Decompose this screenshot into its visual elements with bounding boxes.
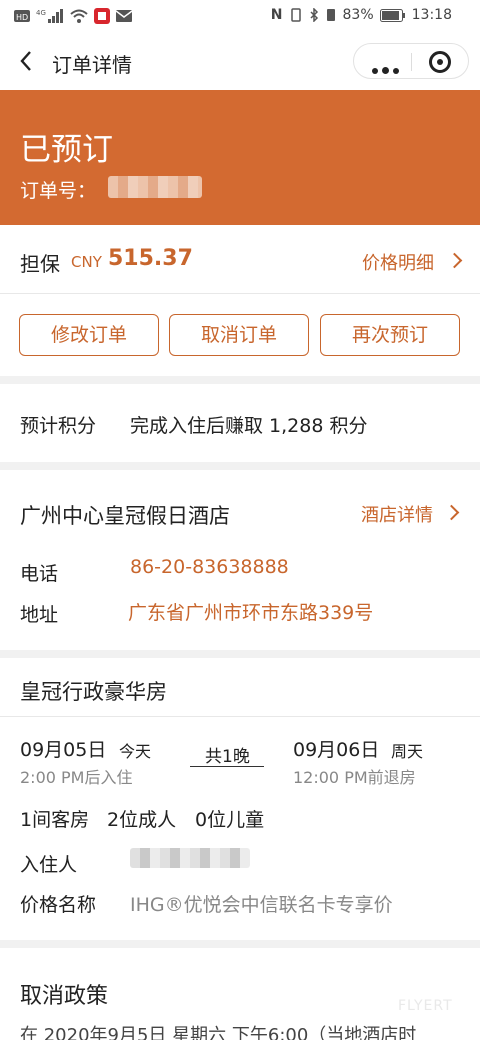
order-number-redacted [108,176,202,198]
checkin-time: 2:00 PM后入住 [20,768,133,787]
cancellation-title: 取消政策 [20,984,109,1009]
hotel-name: 广州中心皇冠假日酒店 [20,504,230,528]
hotel-address[interactable]: 广东省广州市环市东路339号 [128,598,373,625]
page-title: 订单详情 [52,53,132,77]
modify-order-button[interactable]: 修改订单 [19,314,159,356]
currency-code: CNY [71,253,102,271]
rebook-button[interactable]: 再次预订 [320,314,460,356]
clock-time: 13:18 [411,7,452,23]
nights-underline [190,766,264,767]
vibrate-icon [290,8,301,22]
svg-text:HD: HD [16,13,28,22]
app-notification-icon [94,8,110,24]
guarantee-label: 担保 [20,252,60,276]
rooms-count: 1间客房 [20,809,90,831]
price-detail-link[interactable]: 价格明细 [362,249,434,275]
adults-count: 2位成人 [107,809,177,831]
battery-percent: 83% [342,7,374,23]
points-text: 完成入住后赚取 1,288 积分 [130,415,368,437]
room-type: 皇冠行政豪华房 [20,680,167,704]
section-separator [0,650,480,658]
section-separator [0,940,480,948]
order-status-banner: 已预订 订单号： [0,90,480,225]
wifi-icon [70,9,88,23]
points-label: 预计积分 [20,415,97,437]
phone-label: 电话 [20,563,59,585]
guarantee-amount: 515.37 [108,246,193,271]
4g-signal-icon: 4G [36,9,63,23]
hotel-detail-link[interactable]: 酒店详情 [361,501,433,527]
checkout-date: 09月06日 [293,739,380,761]
back-arrow-icon[interactable] [16,48,38,74]
guest-name-redacted [130,848,250,868]
hotel-phone[interactable]: 86-20-83638888 [130,556,289,578]
checkin-day: 今天 [119,742,152,761]
svg-text:4G: 4G [36,9,46,17]
section-separator [0,376,480,384]
address-label: 地址 [20,604,59,626]
capsule-divider [411,53,412,71]
miniprogram-capsule [353,43,469,79]
divider [0,716,480,717]
watermark-logo: FLYERT [398,998,453,1014]
status-right-icons: N 83% 13:18 [271,7,452,23]
divider [0,293,480,294]
order-status: 已预订 [20,132,113,168]
status-bar: HD 4G N 83% 13:18 [0,0,480,34]
status-left-icons: HD 4G [14,8,132,24]
rate-name: IHG®优悦会中信联名卡专享价 [130,894,393,916]
children-count: 0位儿童 [195,809,265,831]
price-detail-chevron-icon[interactable] [446,252,463,269]
battery-icon [379,8,405,22]
nights-count: 共1晚 [205,747,250,767]
cancel-order-button[interactable]: 取消订单 [169,314,309,356]
nav-bar: 订单详情 [0,34,480,90]
cancellation-text: 在 2020年9月5日 星期六 下午6:00（当地酒店时 [20,1025,417,1040]
nfc-icon: N [270,7,283,23]
checkout-time: 12:00 PM前退房 [293,768,416,787]
rate-label: 价格名称 [20,894,97,916]
hd-icon: HD [14,10,30,22]
hotel-detail-chevron-icon[interactable] [443,504,460,521]
checkout-day: 周天 [391,742,424,761]
guest-label: 入住人 [20,854,78,876]
more-options-icon[interactable] [372,59,403,78]
bluetooth-icon [309,8,318,22]
order-detail-screen: HD 4G N 83% 13:18 订单详情 已预订 订单号： 担保 CNY 5… [0,0,480,1040]
order-number-label: 订单号： [20,180,97,202]
phone-vibrate-icon [326,9,335,21]
checkin-date: 09月05日 [20,739,107,761]
close-miniprogram-icon[interactable] [429,51,451,73]
section-separator [0,462,480,470]
mail-icon [116,10,132,22]
